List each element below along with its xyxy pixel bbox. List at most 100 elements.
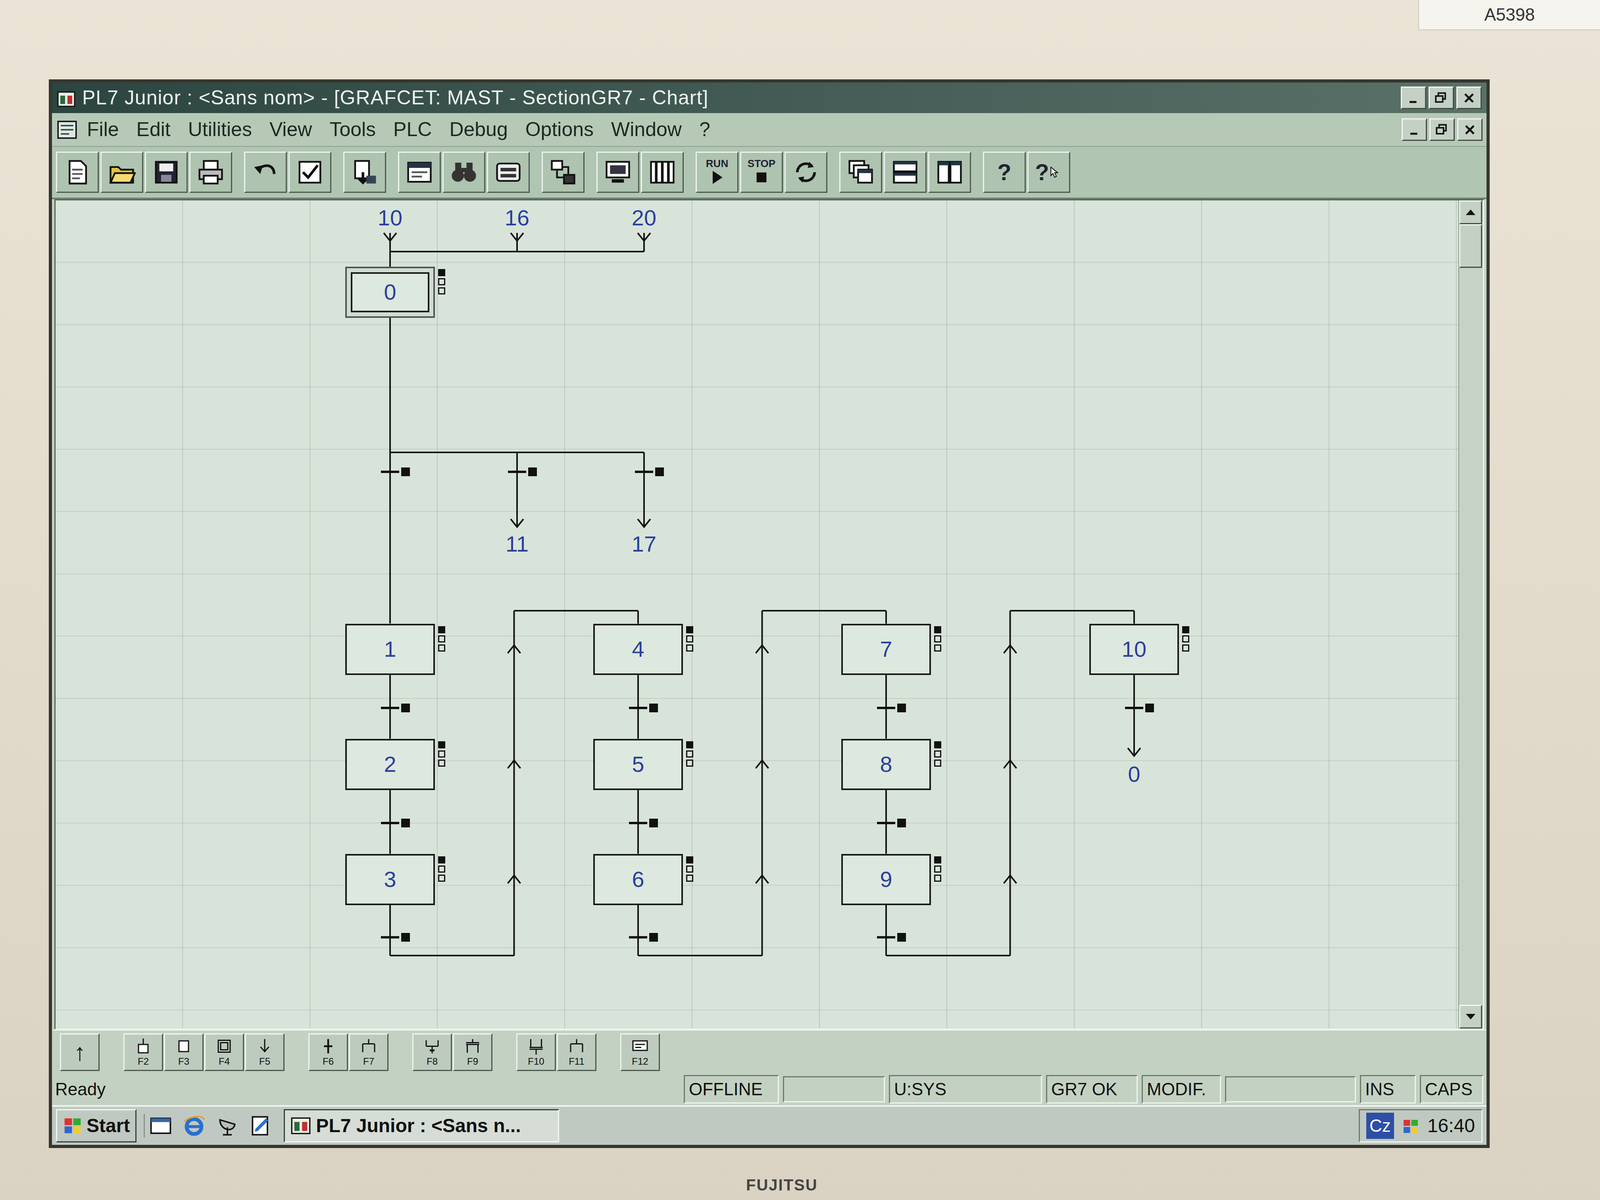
step[interactable]: 3 [345,853,435,906]
vertical-scrollbar[interactable] [1458,200,1483,1029]
grafcet-tool-button[interactable]: F2 [123,1033,164,1072]
toolbar-button[interactable]: ? [1027,151,1071,193]
grafcet-tool-button[interactable]: F9 [452,1033,493,1072]
max-button[interactable] [1429,118,1455,141]
quick-launch-button[interactable] [148,1113,173,1138]
toolbar-button[interactable]: STOP [740,151,783,193]
menu-item[interactable]: Edit [127,113,180,147]
flag-square [438,626,446,634]
grafcet-tool-button[interactable]: F4 [204,1033,245,1072]
menu-item[interactable]: File [78,113,128,147]
step[interactable]: 1 [345,623,435,675]
toolbar-button[interactable]: RUN [695,151,739,193]
step[interactable]: 9 [841,853,931,906]
menu-item[interactable]: Window [602,113,691,147]
tileh-button[interactable] [883,151,927,193]
grafcet-tool-button[interactable]: F6 [308,1033,349,1072]
quick-launch-button[interactable] [248,1113,273,1138]
menu-item[interactable]: ? [690,113,720,147]
transition[interactable] [876,821,896,825]
menu-item[interactable]: Debug [440,113,517,147]
transition[interactable] [380,470,400,474]
step[interactable]: 6 [593,853,683,906]
max-button[interactable] [1428,86,1454,110]
status-bar: ReadyOFFLINEU:SYSGR7 OKMODIF.INSCAPS [51,1073,1487,1106]
connector-label[interactable]: 20 [630,205,658,231]
find-button[interactable] [442,151,486,193]
grafcet-tool-button[interactable]: F11 [556,1033,597,1072]
up-arrow-icon [507,760,521,769]
jump-label[interactable]: 0 [1126,761,1142,787]
disk-button[interactable] [486,151,530,193]
language-indicator[interactable]: Cz [1366,1112,1395,1139]
connector-label[interactable]: 17 [630,531,658,557]
window-button[interactable] [398,151,441,193]
step[interactable]: 4 [593,623,683,675]
grafcet-tool-button[interactable]: F7 [348,1033,389,1072]
transition[interactable] [876,706,896,710]
grafcet-tool-button[interactable]: F8 [412,1033,452,1072]
transition[interactable] [380,706,400,710]
transition[interactable] [628,936,648,939]
menu-item[interactable]: Tools [320,113,385,147]
cycle-button[interactable] [784,151,828,193]
grafcet-canvas[interactable]: 10 16 20 0 11 17 1 2 3 4 5 6 7 8 9 10 0 [55,200,1459,1029]
grafcet-tool-button[interactable]: F10 [516,1033,556,1072]
step[interactable]: 8 [841,738,931,791]
grafcet-tool-button[interactable]: F5 [244,1033,285,1072]
save-button[interactable] [144,151,188,193]
transition[interactable] [634,470,654,474]
scroll-track[interactable] [1459,267,1483,1005]
transition[interactable] [876,936,896,939]
min-button[interactable] [1400,86,1427,110]
print-button[interactable] [189,151,233,193]
go-up-button[interactable]: ↑ [59,1033,100,1072]
scroll-up-button[interactable] [1459,200,1483,225]
transition[interactable] [628,706,648,710]
grafcet-tool-button[interactable]: F3 [163,1033,204,1072]
connector-label[interactable]: 11 [503,531,531,557]
up-arrow-icon [507,645,521,654]
close-button[interactable] [1456,86,1482,110]
step[interactable]: 5 [593,738,683,791]
step[interactable]: 2 [345,738,435,791]
up-arrow-icon [1003,760,1017,769]
button-label: RUN [705,158,729,169]
menu-item[interactable]: Utilities [179,113,261,147]
cascade-button[interactable] [839,151,883,193]
toolbar-button[interactable]: ? [982,151,1026,193]
quick-launch-button[interactable] [182,1113,206,1138]
tilev-button[interactable] [928,151,972,193]
transfer-button[interactable] [343,151,387,193]
quick-launch-button[interactable] [215,1113,240,1138]
menu-item[interactable]: Options [516,113,603,147]
new-button[interactable] [55,151,99,193]
transition[interactable] [628,821,648,825]
transition[interactable] [380,821,400,825]
check-button[interactable] [288,151,332,193]
scroll-thumb[interactable] [1459,224,1483,268]
bars-button[interactable] [640,151,684,193]
clock[interactable]: 16:40 [1427,1111,1475,1141]
transition[interactable] [1125,706,1144,710]
connector-label[interactable]: 16 [503,205,531,231]
menu-item[interactable]: PLC [384,113,441,147]
close-button[interactable] [1457,118,1483,141]
start-button[interactable]: Start [55,1109,137,1143]
monitor-button[interactable] [596,151,640,193]
step[interactable]: 7 [841,623,931,675]
scroll-down-button[interactable] [1459,1004,1483,1029]
min-button[interactable] [1401,118,1427,141]
menu-item[interactable]: View [260,113,321,147]
link-line [637,905,639,956]
transition[interactable] [380,936,400,939]
step[interactable]: 10 [1089,623,1179,675]
initial-step[interactable]: 0 [345,266,435,318]
task-button[interactable]: PL7 Junior : <Sans n... [283,1109,560,1143]
transition[interactable] [507,470,527,474]
connect-button[interactable] [541,151,585,193]
open-button[interactable] [100,151,144,193]
connector-label[interactable]: 10 [376,205,404,231]
undo-button[interactable] [244,151,287,193]
grafcet-tool-button[interactable]: F12 [620,1033,660,1072]
